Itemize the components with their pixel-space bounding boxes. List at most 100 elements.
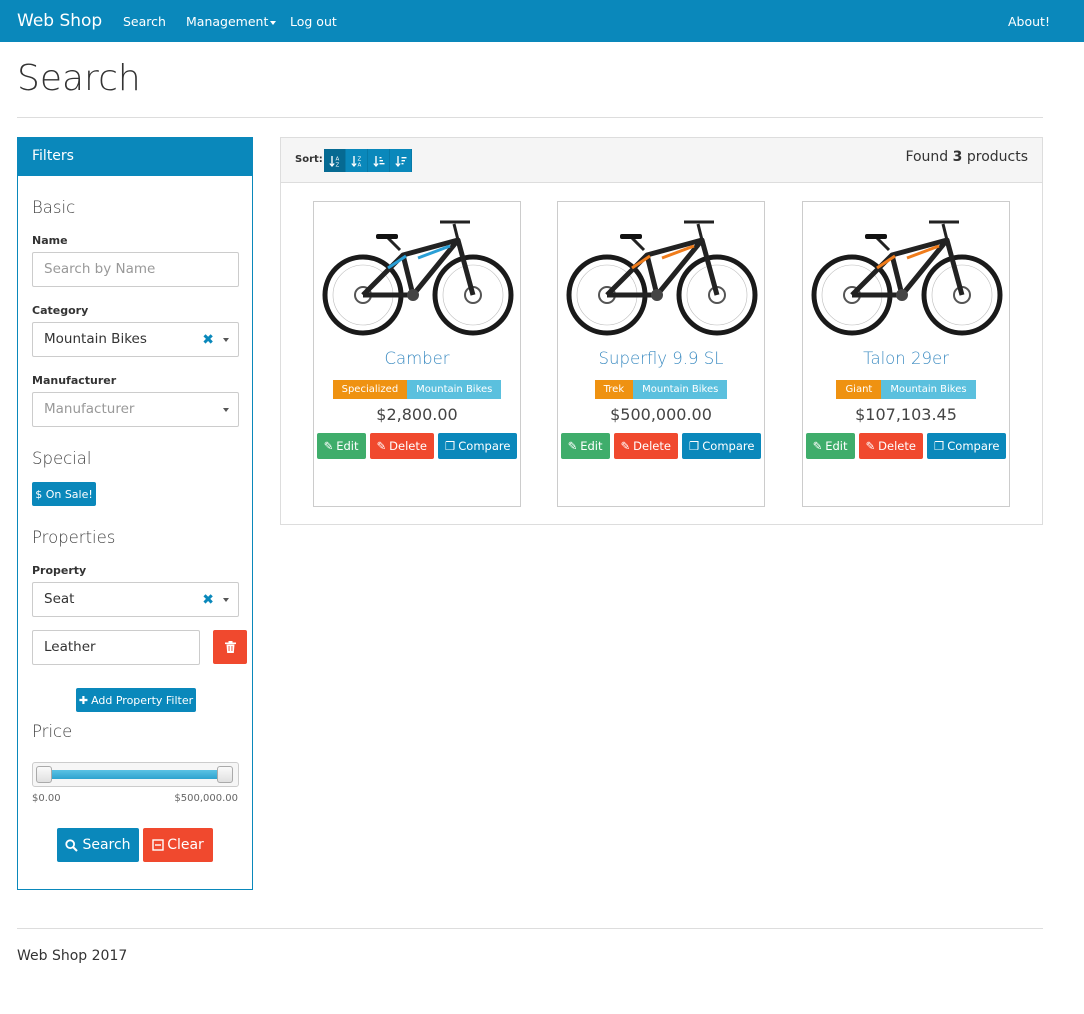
edit-label: Edit — [825, 439, 848, 453]
svg-text:A: A — [357, 162, 361, 167]
chevron-down-icon — [223, 598, 229, 602]
product-actions: ✎ Edit ✎ Delete ❐ Compare — [314, 433, 520, 459]
manufacturer-placeholder: Manufacturer — [44, 401, 135, 417]
product-name-link[interactable]: Talon 29er — [803, 349, 1009, 368]
nav-management[interactable]: Management — [186, 14, 277, 29]
product-price: $107,103.45 — [855, 405, 957, 424]
basic-section-title: Basic — [32, 198, 76, 217]
filters-panel: Filters Basic Name Search by Name Catego… — [17, 137, 253, 890]
price-section-title: Price — [32, 722, 73, 741]
chevron-down-icon — [223, 338, 229, 342]
manufacturer-tag: Trek — [594, 380, 634, 399]
edit-icon: ✎ — [376, 439, 387, 453]
compare-button[interactable]: ❐ Compare — [926, 433, 1007, 459]
product-image[interactable] — [562, 210, 762, 340]
product-actions: ✎ Edit ✎ Delete ❐ Compare — [803, 433, 1009, 459]
product-name-link[interactable]: Camber — [314, 349, 520, 368]
compare-label: Compare — [458, 439, 511, 453]
sort-price-desc-button[interactable] — [390, 149, 412, 172]
product-tags: Specialized Mountain Bikes — [314, 380, 520, 399]
nav-search[interactable]: Search — [123, 14, 166, 29]
edit-icon: ✎ — [865, 439, 876, 453]
product-price: $2,800.00 — [376, 405, 458, 424]
delete-button[interactable]: ✎ Delete — [369, 433, 434, 459]
product-tags: Giant Mountain Bikes — [803, 380, 1009, 399]
edit-button[interactable]: ✎ Edit — [805, 433, 855, 459]
product-actions: ✎ Edit ✎ Delete ❐ Compare — [558, 433, 764, 459]
properties-section-title: Properties — [32, 528, 116, 547]
delete-button[interactable]: ✎ Delete — [858, 433, 923, 459]
edit-icon: ✎ — [323, 439, 334, 453]
product-image[interactable] — [807, 210, 1007, 340]
edit-icon: ✎ — [620, 439, 631, 453]
caret-down-icon — [270, 20, 277, 25]
product-card: Camber Specialized Mountain Bikes $2,800… — [313, 201, 521, 507]
property-select[interactable]: Seat ✖ — [32, 582, 239, 617]
sort-price-asc-button[interactable] — [368, 149, 390, 172]
footer-divider — [17, 928, 1043, 929]
price-min-handle[interactable] — [36, 766, 52, 783]
delete-label: Delete — [389, 439, 427, 453]
delete-button[interactable]: ✎ Delete — [613, 433, 678, 459]
name-label: Name — [32, 234, 68, 247]
sort-amount-desc-icon — [394, 155, 406, 167]
svg-text:Z: Z — [335, 162, 339, 167]
minus-square-icon — [152, 839, 164, 851]
edit-label: Edit — [580, 439, 603, 453]
sort-name-asc-button[interactable]: AZ — [324, 149, 346, 172]
found-count-text: Found 3 products — [905, 149, 1028, 165]
manufacturer-tag: Specialized — [332, 380, 408, 399]
copy-icon: ❐ — [933, 439, 945, 453]
search-button[interactable]: Search — [57, 828, 139, 862]
edit-icon: ✎ — [567, 439, 578, 453]
clear-property-icon[interactable]: ✖ — [202, 592, 214, 608]
clear-button-label: Clear — [167, 837, 204, 853]
sort-amount-asc-icon — [372, 155, 384, 167]
name-search-input[interactable]: Search by Name — [32, 252, 239, 287]
price-max-handle[interactable] — [217, 766, 233, 783]
property-value-input[interactable]: Leather — [32, 630, 200, 665]
on-sale-button[interactable]: $ On Sale! — [32, 482, 96, 506]
compare-button[interactable]: ❐ Compare — [681, 433, 762, 459]
found-prefix: Found — [905, 149, 949, 165]
nav-logout[interactable]: Log out — [290, 14, 337, 29]
sort-alpha-asc-icon: AZ — [328, 155, 339, 167]
manufacturer-tag: Giant — [836, 380, 882, 399]
remove-property-button[interactable] — [213, 630, 247, 664]
compare-button[interactable]: ❐ Compare — [437, 433, 518, 459]
manufacturer-select[interactable]: Manufacturer — [32, 392, 239, 427]
product-name-link[interactable]: Superfly 9.9 SL — [558, 349, 764, 368]
sort-name-desc-button[interactable]: ZA — [346, 149, 368, 172]
clear-button[interactable]: Clear — [143, 828, 213, 862]
top-navbar: Web Shop Search Management Log out About… — [0, 0, 1084, 42]
category-tag: Mountain Bikes — [407, 380, 502, 399]
add-property-filter-button[interactable]: ✚ Add Property Filter — [76, 688, 196, 712]
nav-about[interactable]: About! — [1008, 14, 1050, 29]
footer-text: Web Shop 2017 — [17, 948, 128, 964]
product-tags: Trek Mountain Bikes — [558, 380, 764, 399]
results-panel: Sort: AZ ZA Found 3 products Camber Spec… — [280, 137, 1043, 525]
product-card: Superfly 9.9 SL Trek Mountain Bikes $500… — [557, 201, 765, 507]
edit-button[interactable]: ✎ Edit — [560, 433, 610, 459]
nav-management-label: Management — [186, 14, 269, 29]
title-divider — [17, 117, 1043, 118]
brand-link[interactable]: Web Shop — [17, 11, 102, 31]
found-suffix: products — [966, 149, 1028, 165]
sort-label: Sort: — [295, 154, 323, 165]
add-property-filter-label: Add Property Filter — [91, 693, 194, 707]
category-value: Mountain Bikes — [44, 331, 147, 347]
price-range-slider[interactable] — [32, 762, 239, 787]
edit-button[interactable]: ✎ Edit — [316, 433, 366, 459]
special-section-title: Special — [32, 449, 92, 468]
trash-icon — [224, 641, 236, 653]
price-max-label: $500,000.00 — [174, 793, 238, 804]
compare-label: Compare — [947, 439, 1000, 453]
product-image[interactable] — [318, 210, 518, 340]
results-toolbar: Sort: AZ ZA Found 3 products — [281, 138, 1042, 183]
category-select[interactable]: Mountain Bikes ✖ — [32, 322, 239, 357]
clear-category-icon[interactable]: ✖ — [202, 332, 214, 348]
property-value: Seat — [44, 591, 75, 607]
found-count: 3 — [952, 149, 963, 165]
product-price: $500,000.00 — [610, 405, 712, 424]
compare-label: Compare — [702, 439, 755, 453]
